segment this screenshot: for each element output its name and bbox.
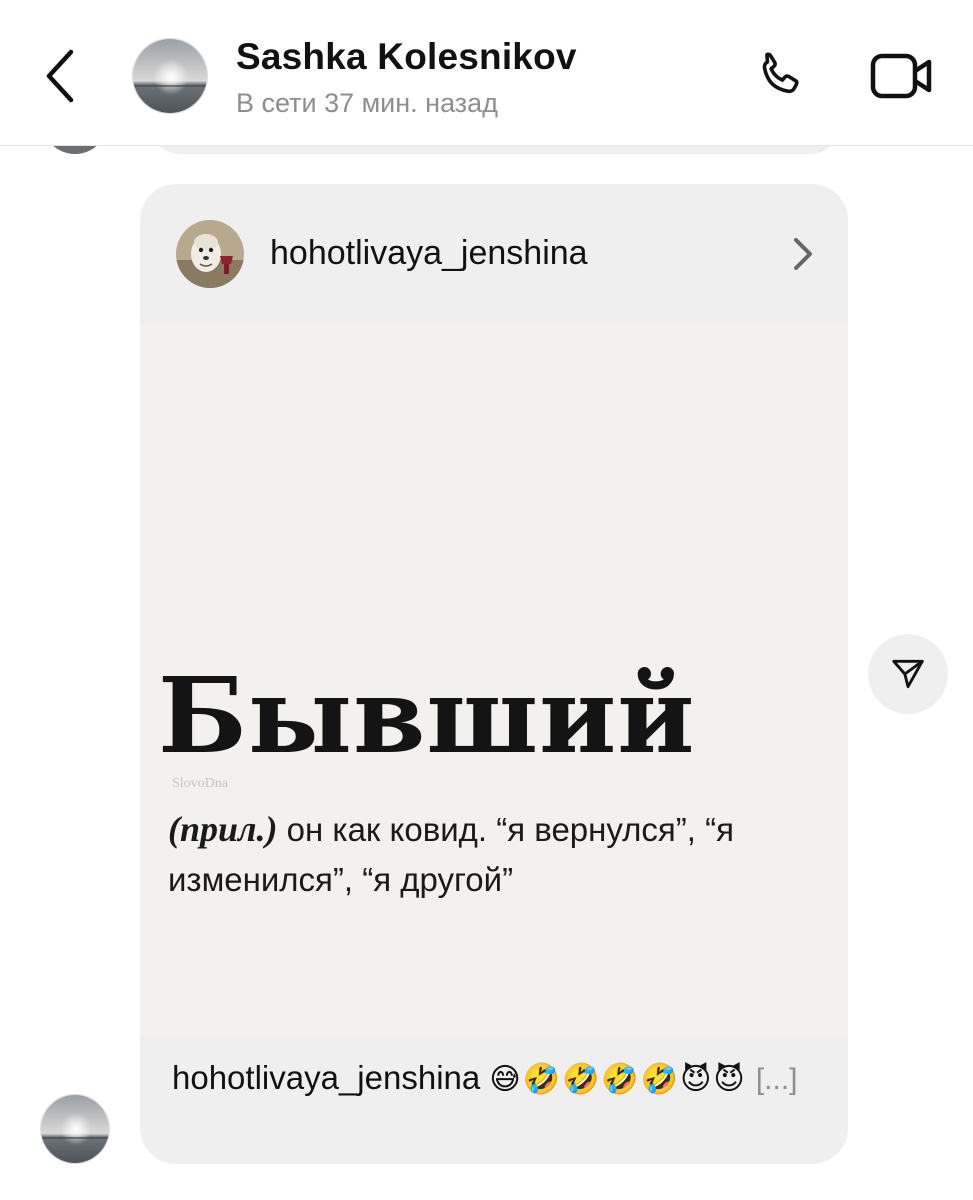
caption-emojis: 😅🤣🤣🤣🤣😈😈: [489, 1063, 747, 1096]
contact-status: В сети 37 мин. назад: [236, 88, 498, 118]
post-open-chevron[interactable]: [788, 234, 818, 274]
sender-avatar[interactable]: [40, 1094, 110, 1164]
shared-post-bubble[interactable]: hohotlivaya_jenshina Бывший SlovoDna (пр…: [140, 184, 848, 1164]
video-camera-icon: [870, 53, 932, 99]
caption-author: hohotlivaya_jenshina: [172, 1059, 481, 1096]
post-image[interactable]: Бывший SlovoDna (прил.) он как ковид. “я…: [140, 324, 848, 1036]
chevron-right-icon: [794, 238, 812, 270]
chevron-left-icon: [46, 49, 74, 103]
post-header[interactable]: hohotlivaya_jenshina: [140, 184, 848, 324]
chat-header: Sashka Kolesnikov В сети 37 мин. назад: [0, 0, 973, 146]
post-caption[interactable]: hohotlivaya_jenshina 😅🤣🤣🤣🤣😈😈 [...]: [172, 1056, 822, 1102]
paper-plane-icon: [892, 659, 924, 689]
caption-more[interactable]: [...]: [756, 1063, 798, 1096]
contact-name[interactable]: Sashka Kolesnikov: [236, 36, 577, 78]
post-image-headline: Бывший: [158, 654, 696, 777]
post-author-name[interactable]: hohotlivaya_jenshina: [270, 234, 588, 273]
call-button[interactable]: [748, 44, 812, 108]
part-of-speech: (прил.): [168, 809, 278, 849]
phone-icon: [762, 52, 799, 94]
video-call-button[interactable]: [866, 44, 938, 108]
post-author-avatar[interactable]: [176, 220, 244, 288]
contact-avatar[interactable]: [132, 38, 208, 114]
post-image-watermark: SlovoDna: [172, 776, 228, 791]
post-image-definition: (прил.) он как ковид. “я вернулся”, “я и…: [168, 804, 808, 905]
back-button[interactable]: [38, 48, 82, 104]
share-button[interactable]: [868, 634, 948, 714]
